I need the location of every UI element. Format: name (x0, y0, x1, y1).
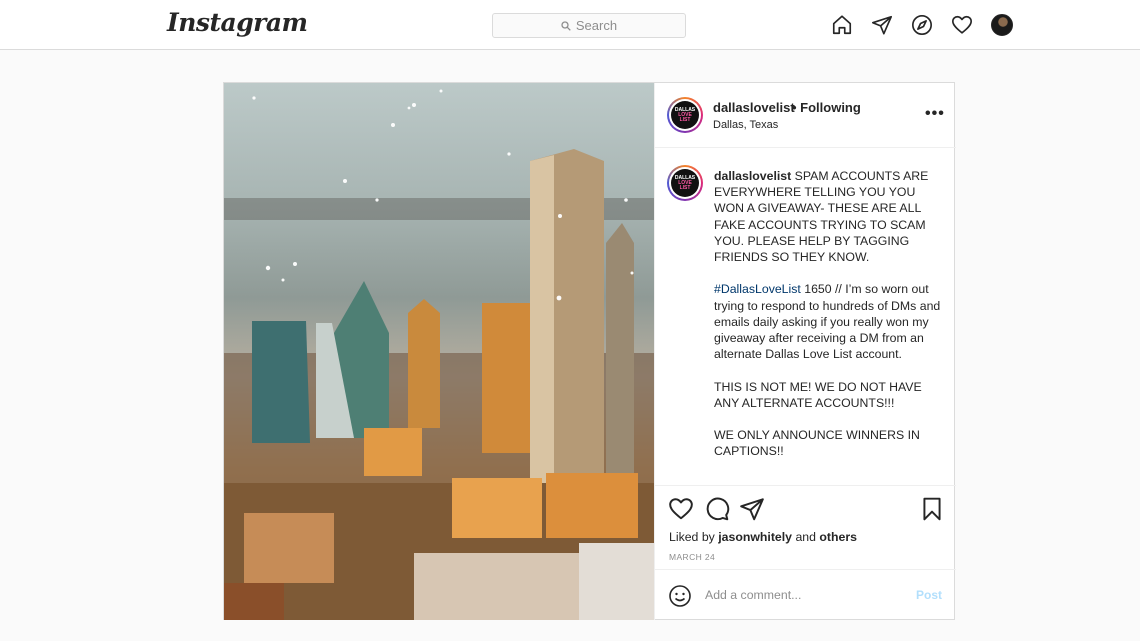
direct-message-icon[interactable] (870, 13, 893, 36)
author-avatar[interactable]: DALLAS LOVE LIST (667, 97, 703, 133)
caption-paragraph-3: THIS IS NOT ME! WE DO NOT HAVE ANY ALTER… (714, 379, 922, 410)
share-icon[interactable] (739, 496, 765, 522)
post-card: DALLAS LOVE LIST dallaslovelist • Follow… (223, 82, 956, 620)
explore-icon[interactable] (910, 13, 933, 36)
caption-lead: SPAM ACCOUNTS ARE EVERYWHERE TELLING YOU… (714, 169, 929, 265)
comment-bar: Post (655, 570, 956, 620)
post-photo[interactable] (224, 83, 654, 620)
author-username[interactable]: dallaslovelist (713, 100, 795, 115)
nav-icons (830, 13, 1013, 36)
liked-by-text: Liked by jasonwhitely and others (669, 530, 857, 544)
avatar-logo-text: LIST (679, 184, 691, 191)
following-status[interactable]: • Following (792, 100, 861, 115)
caption-section: DALLAS LOVE LIST dallaslovelist SPAM ACC… (655, 148, 956, 486)
instagram-logo[interactable]: Instagram (167, 8, 308, 37)
post-comment-button[interactable]: Post (916, 588, 942, 602)
post-date[interactable]: MARCH 24 (669, 552, 715, 562)
avatar-logo-text: LIST (679, 116, 691, 123)
caption-hashtag[interactable]: #DallasLoveList (714, 282, 801, 296)
liked-by-user[interactable]: jasonwhitely (718, 530, 792, 544)
caption-username[interactable]: dallaslovelist (714, 169, 791, 183)
caption-paragraph-4: WE ONLY ANNOUNCE WINNERS IN CAPTIONS!! (714, 428, 920, 459)
like-heart-icon[interactable] (668, 496, 694, 522)
activity-heart-icon[interactable] (950, 13, 973, 36)
top-nav: Instagram Search (0, 0, 1140, 50)
comment-icon[interactable] (704, 496, 730, 522)
comment-input[interactable] (705, 588, 905, 602)
liked-by-others[interactable]: others (819, 530, 857, 544)
search-placeholder: Search (575, 18, 618, 33)
caption-text: dallaslovelist SPAM ACCOUNTS ARE EVERYWH… (714, 168, 944, 476)
dallas-skyline-image (224, 89, 654, 620)
liked-by-and: and (792, 530, 820, 544)
search-box[interactable]: Search (492, 13, 686, 38)
post-header: DALLAS LOVE LIST dallaslovelist • Follow… (655, 83, 956, 148)
avatar (990, 13, 1013, 36)
home-icon[interactable] (830, 13, 853, 36)
more-options-icon[interactable]: ••• (925, 105, 945, 123)
post-actions: Liked by jasonwhitely and others MARCH 2… (655, 486, 956, 570)
post-sidebar: DALLAS LOVE LIST dallaslovelist • Follow… (654, 83, 956, 620)
save-bookmark-icon[interactable] (919, 496, 945, 522)
post-location[interactable]: Dallas, Texas (713, 119, 778, 131)
search-icon (561, 20, 571, 31)
caption-avatar[interactable]: DALLAS LOVE LIST (667, 165, 703, 201)
liked-by-prefix: Liked by (669, 530, 719, 544)
profile-avatar[interactable] (990, 13, 1013, 36)
emoji-smile-icon[interactable] (668, 584, 692, 608)
